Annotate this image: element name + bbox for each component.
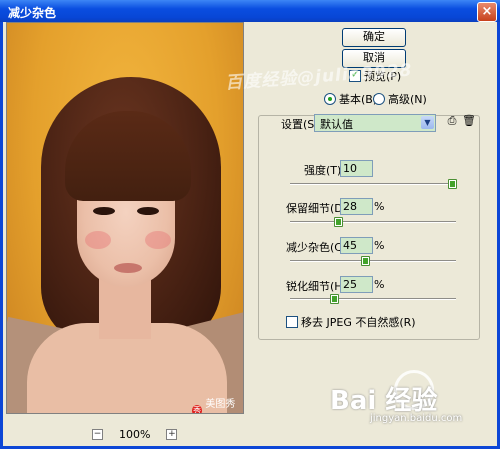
sharpen-details-input[interactable]: 25: [340, 276, 373, 293]
basic-radio-icon[interactable]: [324, 93, 336, 105]
zoom-in-button[interactable]: +: [166, 429, 178, 440]
preserve-details-track[interactable]: [290, 221, 456, 223]
reduce-noise-thumb[interactable]: [361, 256, 371, 266]
sharpen-details-track[interactable]: [290, 298, 456, 300]
dialog-window: 减少杂色 × 秀 美图秀秀 − 100% + 确定 取消 ✔ 预览(P) 基本(…: [0, 0, 500, 449]
strength-label: 强度(T):: [304, 164, 346, 177]
reduce-noise-input[interactable]: 45: [340, 237, 373, 254]
photo-cheek-right: [145, 231, 171, 249]
photo-logo: 秀 美图秀秀: [192, 395, 243, 414]
preview-image[interactable]: 秀 美图秀秀: [6, 22, 244, 414]
save-settings-icon[interactable]: ⎙: [446, 115, 458, 127]
advanced-radio[interactable]: 高级(N): [373, 91, 427, 107]
photo-eye-right: [137, 207, 159, 215]
zoom-out-button[interactable]: −: [92, 429, 103, 440]
sharpen-details-thumb[interactable]: [329, 294, 339, 304]
strength-thumb[interactable]: [448, 179, 457, 189]
basic-radio[interactable]: 基本(B): [324, 91, 377, 107]
zoom-bar: − 100% +: [92, 428, 178, 441]
meitu-logo-icon: 秀: [192, 404, 203, 414]
baidu-watermark-url: jingyan.baidu.com: [370, 413, 463, 424]
chevron-down-icon[interactable]: ▼: [421, 116, 434, 129]
photo-neck: [99, 279, 151, 339]
settings-value: 默认值: [320, 118, 353, 131]
trash-icon[interactable]: 🗑: [462, 115, 476, 127]
photo-eye-left: [93, 207, 115, 215]
preserve-details-input[interactable]: 28: [340, 198, 373, 215]
preserve-details-unit: %: [374, 200, 385, 213]
settings-dropdown[interactable]: 默认值 ▼: [314, 114, 436, 132]
basic-radio-label: 基本(B): [339, 93, 378, 106]
preserve-details-thumb[interactable]: [334, 217, 344, 227]
jpeg-check-icon[interactable]: [286, 316, 298, 328]
jpeg-artifact-label: 移去 JPEG 不自然感(R): [301, 316, 416, 329]
photo-logo-text: 美图秀秀: [205, 399, 236, 410]
photo-lips: [114, 263, 142, 273]
reduce-noise-unit: %: [374, 239, 385, 252]
strength-track[interactable]: [290, 183, 456, 185]
title-bar[interactable]: 减少杂色 ×: [0, 0, 500, 22]
strength-input[interactable]: 10: [340, 160, 373, 177]
window-title: 减少杂色: [8, 6, 57, 20]
advanced-radio-icon[interactable]: [373, 93, 385, 105]
baidu-watermark: Bai 经验: [330, 386, 438, 416]
settings-group: [258, 115, 480, 340]
ok-button[interactable]: 确定: [342, 28, 406, 47]
close-icon[interactable]: ×: [477, 2, 497, 22]
zoom-level: 100%: [119, 428, 151, 441]
jpeg-artifact-checkbox[interactable]: 移去 JPEG 不自然感(R): [286, 314, 416, 330]
sharpen-details-unit: %: [374, 278, 385, 291]
advanced-radio-label: 高级(N): [388, 93, 427, 106]
photo-cheek-left: [85, 231, 111, 249]
reduce-noise-track[interactable]: [290, 260, 456, 262]
